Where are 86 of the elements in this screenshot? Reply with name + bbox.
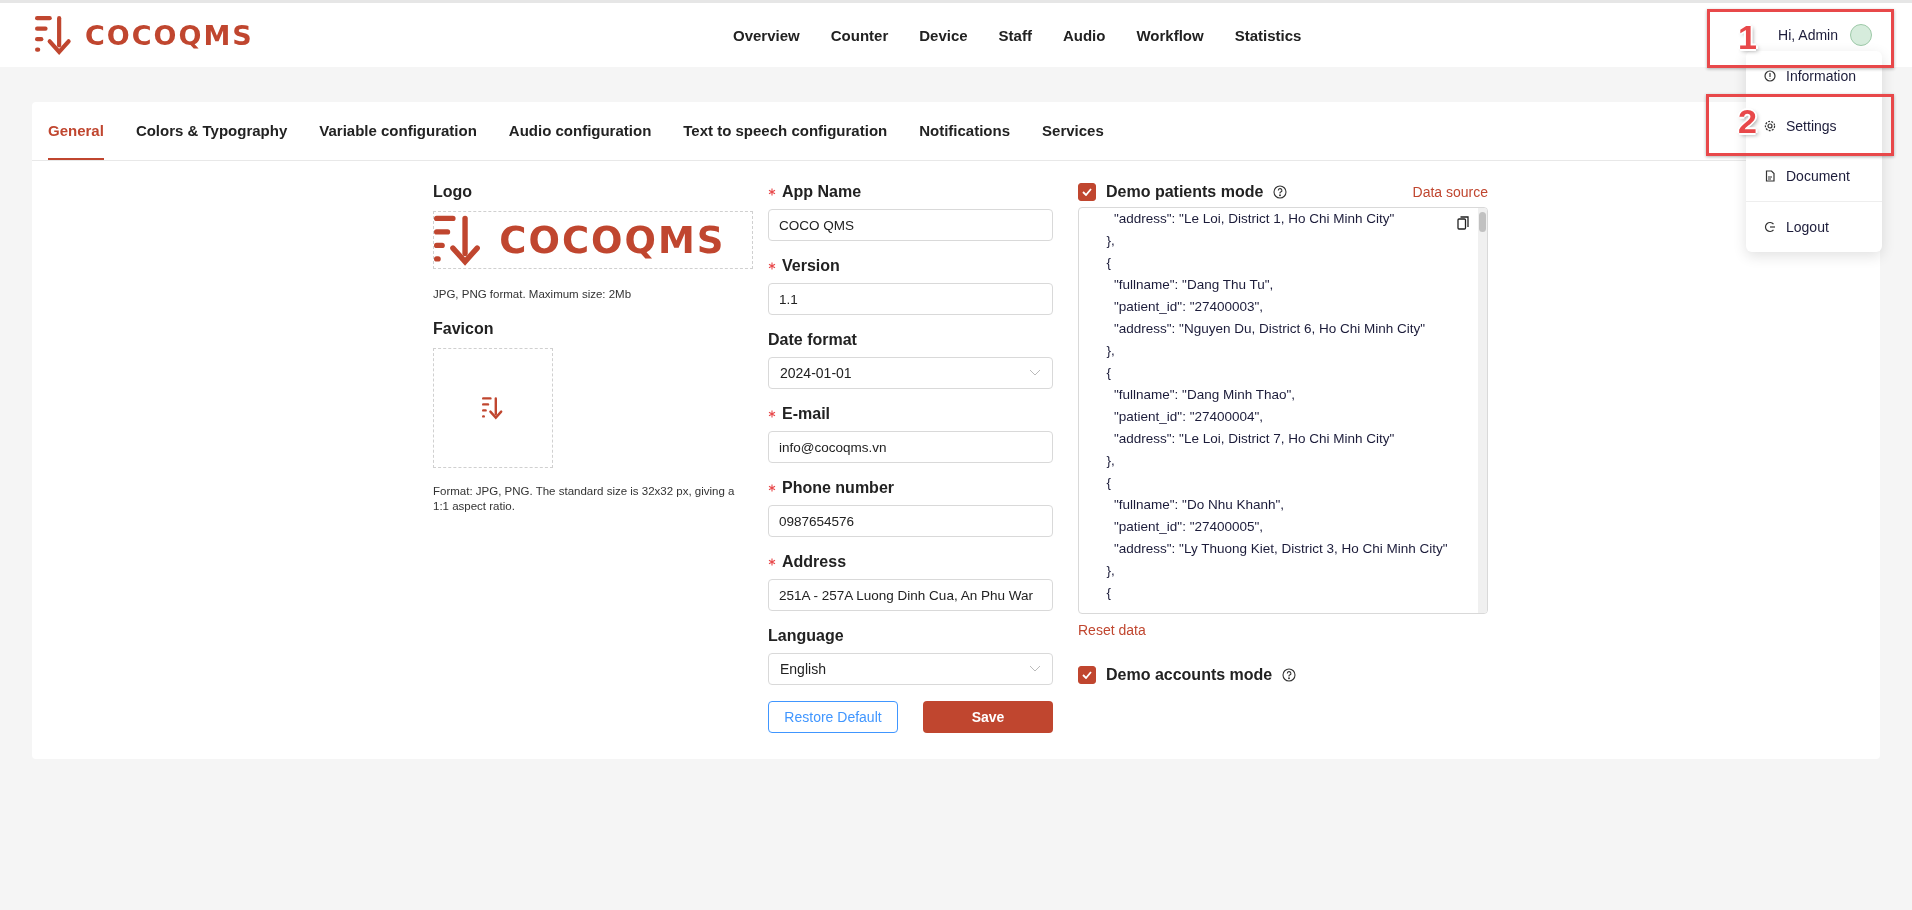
tab[interactable]: Services [1042,102,1104,160]
help-icon[interactable] [1273,185,1288,199]
code-line: "fullname": "Do Nhu Khanh", [1113,496,1285,514]
code-line: "address": "Nguyen Du, District 6, Ho Chi Minh City" [1113,320,1427,338]
code-line: }, [1105,342,1116,360]
nav-link[interactable]: Device [919,26,968,44]
code-line: "fullname": "Dang Thu Tu", [1113,276,1275,294]
nav-link[interactable]: Workflow [1136,26,1204,44]
code-editor[interactable] [1078,207,1488,614]
field-label: Address [768,553,1053,571]
user-greeting[interactable]: Hi, Admin [1778,27,1838,43]
logout-icon [1764,221,1776,233]
data-source-link[interactable]: Data source [1412,184,1488,200]
check-icon [1082,671,1092,679]
chevron-down-icon [1029,369,1041,377]
code-line: "patient_id": "27400005", [1113,518,1265,536]
favicon-icon [481,396,505,420]
code-line: "address": "Ly Thuong Kiet, District 3, Ho Chi Minh City" [1113,540,1449,558]
field-label: E-mail [768,405,1053,423]
brand-name: COCOQMS [499,218,726,262]
logo-preview[interactable]: COCOQMS [433,211,753,269]
field-label: Favicon [433,320,495,338]
checkbox-label: Demo patients mode [1106,183,1264,201]
check-icon [1082,188,1092,196]
asterisk-icon [768,188,776,196]
code-line: { [1105,474,1112,492]
asterisk-icon [768,558,776,566]
tab[interactable]: Audio configuration [508,102,652,160]
document-icon [1764,170,1776,182]
input-field[interactable]: 251A - 257A Luong Dinh Cua, An Phu War [768,579,1053,611]
hint-text: JPG, PNG format. Maximum size: 2Mb [433,287,633,302]
code-line: "address": "Le Loi, District 7, Ho Chi Minh City" [1113,430,1396,448]
nav-link[interactable]: Staff [998,26,1032,44]
code-line: "patient_id": "27400003", [1113,298,1265,316]
field-label: Language [768,627,845,645]
code-line: { [1105,584,1112,602]
annotation-number: 1 [1738,18,1757,57]
input-field[interactable]: info@cocoqms.vn [768,431,1053,463]
code-line: { [1105,364,1112,382]
help-icon[interactable] [1282,668,1297,682]
menu-item[interactable]: Settings [1764,118,1837,134]
menu-item[interactable]: Logout [1764,219,1829,235]
field-label: App Name [768,183,1053,201]
nav-link[interactable]: Counter [830,26,889,44]
copy-icon[interactable] [1457,216,1469,230]
checkbox-label: Demo accounts mode [1106,666,1273,684]
tab[interactable]: Variable configuration [319,102,477,160]
code-line: }, [1105,232,1116,250]
tab[interactable]: General [48,102,104,160]
tab[interactable]: Notifications [919,102,1011,160]
field-label: Phone number [768,479,1053,497]
nav-link[interactable]: Overview [733,26,800,44]
code-line: }, [1105,452,1116,470]
select-field[interactable]: English [768,653,1053,685]
nav-link[interactable]: Audio [1062,26,1106,44]
menu-item[interactable]: Document [1764,168,1850,184]
annotation-number: 2 [1738,102,1757,141]
tab[interactable]: Text to speech configuration [683,102,888,160]
input-field[interactable]: COCO QMS [768,209,1053,241]
field-label: Logo [433,183,474,201]
asterisk-icon [768,484,776,492]
tab[interactable]: Colors & Typography [135,102,288,160]
asterisk-icon [768,262,776,270]
save-button[interactable]: Save [923,701,1053,733]
asterisk-icon [768,410,776,418]
hint-text: Format: JPG, PNG. The standard size is 32x32 px, giving a 1:1 aspect ratio. [433,484,736,514]
field-label: Date format [768,331,858,349]
nav-link[interactable]: Statistics [1234,26,1302,44]
field-label: Version [768,257,1053,275]
select-field[interactable]: 2024-01-01 [768,357,1053,389]
input-field[interactable]: 1.1 [768,283,1053,315]
reset-data-link[interactable]: Reset data [1078,622,1488,638]
brand-name: COCOQMS [84,19,254,51]
code-line: "address": "Le Loi, District 1, Ho Chi Minh City" [1113,210,1396,228]
chevron-down-icon [1029,665,1041,673]
checkbox[interactable] [1078,666,1096,684]
info-icon [1764,70,1776,82]
checkbox[interactable] [1078,183,1096,201]
menu-item[interactable]: Information [1764,68,1857,84]
settings-icon [1764,120,1776,132]
code-line: { [1105,254,1112,272]
code-line: }, [1105,562,1116,580]
scrollbar[interactable] [1478,208,1487,613]
input-field[interactable]: 0987654576 [768,505,1053,537]
code-line: "patient_id": "27400004", [1113,408,1265,426]
code-line: "fullname": "Dang Minh Thao", [1113,386,1296,404]
